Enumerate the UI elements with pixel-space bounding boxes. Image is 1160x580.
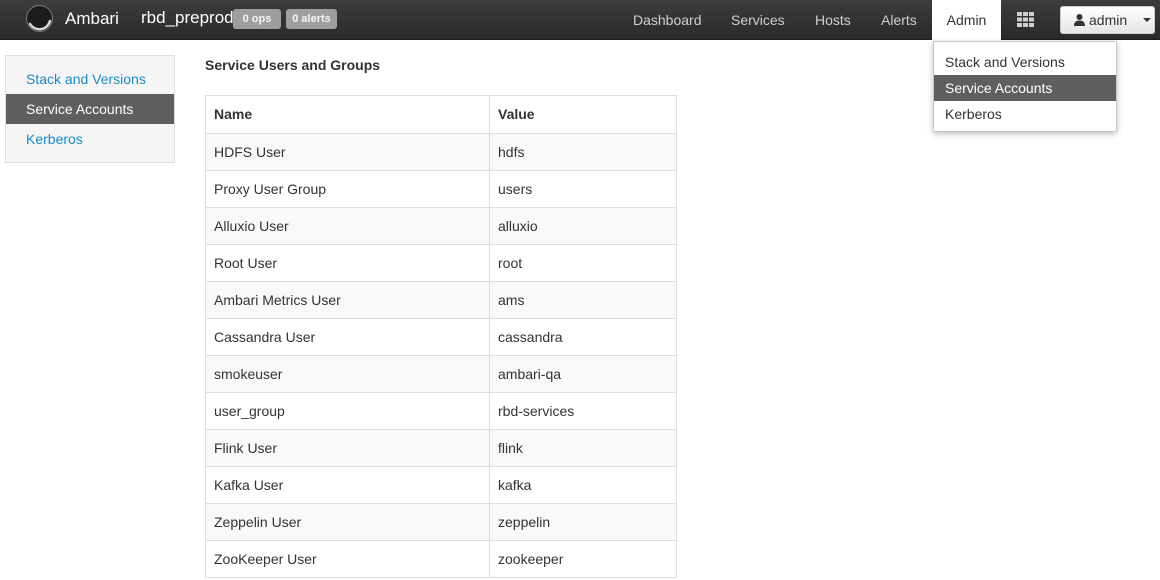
admin-sidebar: Stack and Versions Service Accounts Kerb… xyxy=(5,55,175,163)
cell-value: zookeeper xyxy=(498,551,564,567)
table-header-row: Name Value xyxy=(206,96,676,133)
cell-name: Root User xyxy=(206,245,490,281)
column-header-name: Name xyxy=(206,96,490,133)
column-header-value: Value xyxy=(498,106,535,122)
table-row: Flink User flink xyxy=(206,429,676,466)
cell-value: flink xyxy=(498,440,523,456)
user-menu-button[interactable]: admin xyxy=(1060,6,1155,34)
cell-name: Alluxio User xyxy=(206,208,490,244)
nav-services[interactable]: Services xyxy=(731,0,785,40)
cell-value: ambari-qa xyxy=(498,366,562,382)
cell-value: kafka xyxy=(498,477,532,493)
cell-value: root xyxy=(498,255,523,271)
top-navbar: Ambari rbd_preprod 0 ops 0 alerts Dashbo… xyxy=(0,0,1160,40)
cell-name: Ambari Metrics User xyxy=(206,282,490,318)
cell-value: rbd-services xyxy=(498,403,575,419)
table-row: Alluxio User alluxio xyxy=(206,207,676,244)
alerts-badge[interactable]: 0 alerts xyxy=(286,9,337,29)
page-title: Service Users and Groups xyxy=(205,57,381,73)
sidebar-item-kerberos[interactable]: Kerberos xyxy=(6,124,174,154)
cell-name: smokeuser xyxy=(206,356,490,392)
nav-dashboard[interactable]: Dashboard xyxy=(633,0,702,40)
cell-name: user_group xyxy=(206,393,490,429)
table-row: ZooKeeper User zookeeper xyxy=(206,540,676,577)
menu-item-service-accounts[interactable]: Service Accounts xyxy=(934,75,1116,101)
sidebar-item-stack-and-versions[interactable]: Stack and Versions xyxy=(6,64,174,94)
cell-value: ams xyxy=(498,292,525,308)
caret-down-icon xyxy=(1143,18,1151,22)
table-row: Proxy User Group users xyxy=(206,170,676,207)
cell-name: Proxy User Group xyxy=(206,171,490,207)
service-users-table: Name Value HDFS User hdfs Proxy User Gro… xyxy=(205,95,677,578)
table-row: Zeppelin User zeppelin xyxy=(206,503,676,540)
table-row: Ambari Metrics User ams xyxy=(206,281,676,318)
cell-name: ZooKeeper User xyxy=(206,541,490,577)
nav-admin[interactable]: Admin xyxy=(932,0,1001,40)
sidebar-item-service-accounts[interactable]: Service Accounts xyxy=(6,94,174,124)
apps-grid-icon[interactable] xyxy=(1017,12,1034,27)
menu-item-stack-and-versions[interactable]: Stack and Versions xyxy=(934,49,1116,75)
admin-dropdown-menu: Stack and Versions Service Accounts Kerb… xyxy=(933,41,1117,132)
table-row: HDFS User hdfs xyxy=(206,133,676,170)
menu-item-kerberos[interactable]: Kerberos xyxy=(934,101,1116,127)
cluster-name[interactable]: rbd_preprod xyxy=(141,8,234,28)
nav-alerts[interactable]: Alerts xyxy=(881,0,917,40)
ops-badge[interactable]: 0 ops xyxy=(233,9,281,29)
cell-name: Cassandra User xyxy=(206,319,490,355)
cell-value: alluxio xyxy=(498,218,538,234)
ambari-logo-icon[interactable] xyxy=(25,4,54,33)
cell-value: cassandra xyxy=(498,329,563,345)
user-label: admin xyxy=(1089,12,1128,28)
table-row: Cassandra User cassandra xyxy=(206,318,676,355)
cell-name: Kafka User xyxy=(206,467,490,503)
cell-name: Flink User xyxy=(206,430,490,466)
cell-value: hdfs xyxy=(498,144,525,160)
user-icon xyxy=(1074,14,1085,26)
cell-value: zeppelin xyxy=(498,514,551,530)
brand-name[interactable]: Ambari xyxy=(65,9,119,29)
table-row: Kafka User kafka xyxy=(206,466,676,503)
cell-name: HDFS User xyxy=(206,134,490,170)
table-row: user_group rbd-services xyxy=(206,392,676,429)
cell-value: users xyxy=(498,181,533,197)
table-row: smokeuser ambari-qa xyxy=(206,355,676,392)
cell-name: Zeppelin User xyxy=(206,504,490,540)
table-row: Root User root xyxy=(206,244,676,281)
nav-hosts[interactable]: Hosts xyxy=(815,0,851,40)
